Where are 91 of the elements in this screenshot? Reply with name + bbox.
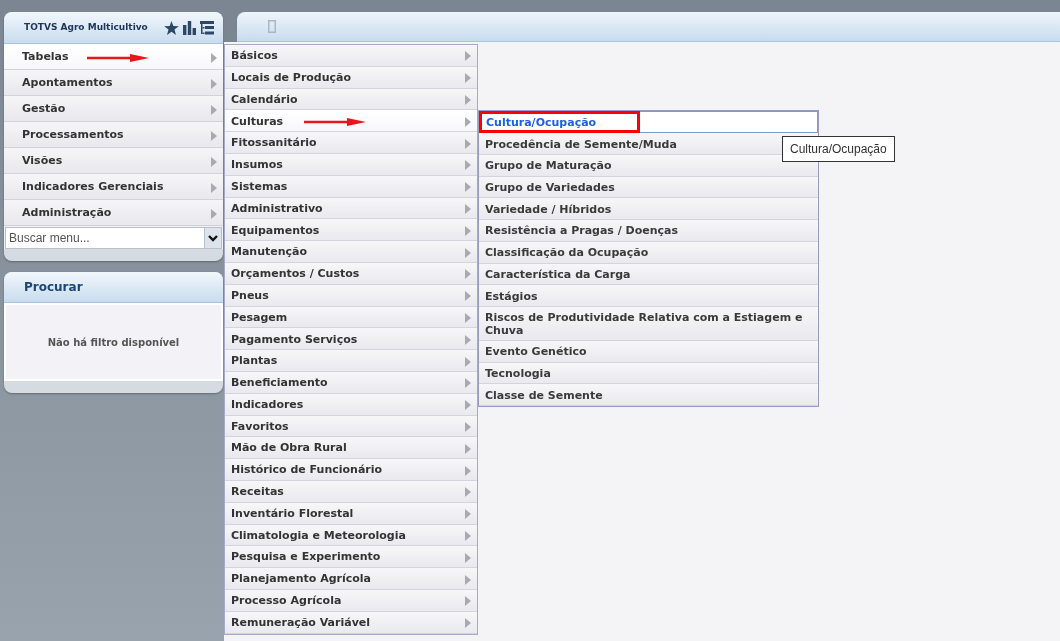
submenu-item[interactable]: Orçamentos / Custos <box>225 262 477 285</box>
submenu-item[interactable]: Característica da Carga <box>479 263 818 286</box>
submenu-item[interactable]: Indicadores <box>225 393 477 416</box>
menu-item[interactable]: Apontamentos <box>4 70 223 96</box>
submenu-triangle-icon <box>465 509 471 520</box>
menu-item[interactable]: Administração <box>4 200 223 226</box>
submenu-item[interactable]: Equipamentos <box>225 219 477 242</box>
panel-title: Procurar <box>24 279 83 296</box>
menu-item[interactable]: Processamentos <box>4 122 223 148</box>
submenu-item[interactable]: Cultura/Ocupação <box>479 111 818 134</box>
submenu-triangle-icon <box>465 291 471 302</box>
submenu-item[interactable]: Básicos <box>225 45 477 67</box>
submenu-item[interactable]: Favoritos <box>225 415 477 438</box>
submenu-triangle-icon <box>465 225 471 236</box>
submenu-item[interactable]: Variedade / Híbridos <box>479 198 818 221</box>
empty-message: Não há filtro disponível <box>47 335 180 350</box>
submenu-triangle-icon <box>465 269 471 280</box>
submenu-item[interactable]: Fitossanitário <box>225 132 477 154</box>
submenu-triangle-icon <box>465 552 471 563</box>
submenu-triangle-icon <box>465 356 471 367</box>
submenu-item[interactable]: Locais de Produção <box>225 66 477 89</box>
submenu-item[interactable]: Riscos de Produtividade Relativa com a Estiagem e Chuva <box>479 306 818 341</box>
submenu-item[interactable]: Pagamento Serviços <box>225 328 477 351</box>
submenu-triangle-icon <box>465 334 471 345</box>
submenu-triangle-icon <box>465 312 471 323</box>
submenu-triangle-icon <box>465 73 471 84</box>
app-title: TOTVS Agro Multicultivo <box>24 20 148 34</box>
submenu-item[interactable]: Evento Genético <box>479 340 818 363</box>
submenu-triangle-icon <box>465 618 471 629</box>
menu-item[interactable]: Tabelas <box>4 44 223 70</box>
submenu-item[interactable]: Insumos <box>225 154 477 176</box>
submenu-item[interactable]: Pesquisa e Experimento <box>225 546 477 569</box>
search-field[interactable]: Buscar menu... <box>5 227 204 249</box>
submenu-triangle-icon <box>465 596 471 607</box>
submenu-triangle-icon <box>211 156 217 167</box>
submenu-item[interactable]: Estágios <box>479 285 818 307</box>
menu-item[interactable]: Visões <box>4 148 223 174</box>
dropdown-button[interactable] <box>204 227 222 249</box>
submenu-item[interactable]: Sistemas <box>225 175 477 198</box>
submenu-triangle-icon <box>465 421 471 432</box>
submenu-triangle-icon <box>465 138 471 149</box>
submenu-triangle-icon <box>211 78 217 89</box>
submenu-item[interactable]: Classe de Semente <box>479 384 818 406</box>
submenu-triangle-icon <box>465 247 471 258</box>
submenu-triangle-icon <box>465 160 471 171</box>
submenu-triangle-icon <box>465 182 471 193</box>
submenu-item[interactable]: Pesagem <box>225 306 477 329</box>
submenu-item[interactable]: Resistência a Pragas / Doenças <box>479 220 818 242</box>
submenu-triangle-icon <box>465 95 471 105</box>
submenu-item[interactable]: Remuneração Variável <box>225 611 477 634</box>
submenu-triangle-icon <box>465 443 471 454</box>
submenu-triangle-icon <box>211 52 217 63</box>
submenu-item[interactable]: Processo Agrícola <box>225 589 477 612</box>
submenu-item[interactable]: Histórico de Funcionário <box>225 459 477 481</box>
tree-list-icon[interactable] <box>200 20 214 35</box>
submenu-item[interactable]: Grupo de Variedades <box>479 176 818 199</box>
submenu-item[interactable]: Planejamento Agrícola <box>225 568 477 590</box>
submenu-triangle-icon <box>211 208 217 219</box>
submenu-item[interactable]: Tecnologia <box>479 362 818 385</box>
submenu-item[interactable]: Grupo de Maturação <box>479 155 818 177</box>
submenu-triangle-icon <box>465 530 471 541</box>
submenu-triangle-icon <box>465 203 471 214</box>
submenu-triangle-icon <box>465 378 471 389</box>
empty-box-icon <box>268 20 276 33</box>
submenu-triangle-icon <box>211 104 217 115</box>
submenu-item[interactable]: Climatologia e Meteorologia <box>225 524 477 547</box>
submenu-triangle-icon <box>465 51 471 62</box>
submenu-triangle-icon <box>465 574 471 585</box>
submenu-triangle-icon <box>211 130 217 141</box>
submenu-triangle-icon <box>465 487 471 498</box>
submenu-item[interactable]: Culturas <box>225 110 477 133</box>
star-icon[interactable] <box>164 20 179 35</box>
bar-chart-icon[interactable] <box>183 20 196 35</box>
submenu-item[interactable]: Receitas <box>225 480 477 503</box>
chevron-down-icon <box>208 234 218 242</box>
menu-item[interactable]: Indicadores Gerenciais <box>4 174 223 200</box>
submenu-triangle-icon <box>465 400 471 411</box>
submenu-item[interactable]: Plantas <box>225 350 477 372</box>
submenu-triangle-icon <box>211 182 217 193</box>
submenu-item[interactable]: Classificação da Ocupação <box>479 241 818 264</box>
menu-item[interactable]: Gestão <box>4 96 223 122</box>
tooltip: Cultura/Ocupação <box>782 136 895 163</box>
submenu-item[interactable]: Calendário <box>225 88 477 111</box>
submenu-item[interactable]: Pneus <box>225 284 477 307</box>
submenu-item[interactable]: Inventário Florestal <box>225 502 477 525</box>
submenu-item[interactable]: Administrativo <box>225 197 477 220</box>
submenu-triangle-icon <box>465 465 471 476</box>
submenu-item[interactable]: Beneficiamento <box>225 371 477 394</box>
submenu-item[interactable]: Manutenção <box>225 241 477 263</box>
submenu-triangle-icon <box>465 116 471 127</box>
submenu-item[interactable]: Mão de Obra Rural <box>225 437 477 460</box>
